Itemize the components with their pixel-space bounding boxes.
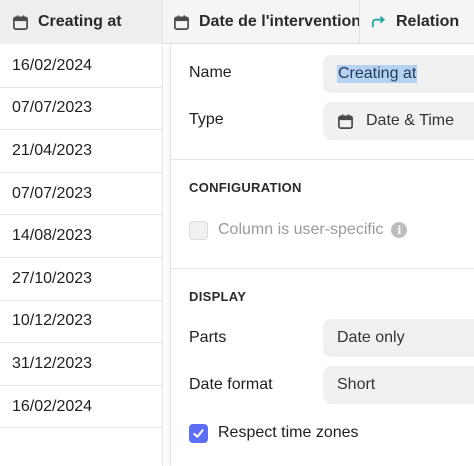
column-settings-panel: Name Creating at Type Date & Time CONFIG… [170, 44, 474, 466]
name-input[interactable]: Creating at [323, 55, 474, 93]
table-body: 16/02/2024 07/07/2023 21/04/2023 07/07/2… [0, 45, 163, 466]
date-format-row: Date format [189, 375, 273, 395]
column-header-label: Creating at [38, 13, 122, 30]
parts-row: Parts [189, 328, 226, 348]
table-cell[interactable]: 31/12/2023 [0, 343, 163, 386]
parts-label: Parts [189, 329, 227, 346]
table-cell[interactable]: 10/12/2023 [0, 300, 163, 344]
name-input-value: Creating at [337, 65, 418, 83]
table-cell[interactable]: 21/04/2023 [0, 130, 163, 173]
user-specific-checkbox[interactable] [189, 220, 208, 240]
column-header-label: Date de l'intervention [199, 13, 360, 30]
type-select[interactable]: Date & Time [323, 102, 474, 140]
type-row: Type [189, 110, 224, 130]
checkmark-icon [193, 428, 204, 438]
table-cell[interactable]: 07/07/2023 [0, 172, 163, 216]
parts-select-value: Date only [337, 329, 405, 346]
configuration-section-title: CONFIGURATION [189, 180, 302, 195]
table-header: Creating at Date de l'intervention Relat… [0, 0, 474, 44]
name-label: Name [189, 64, 232, 81]
time-zones-label: Respect time zones [218, 424, 359, 441]
table-cell[interactable]: 14/08/2023 [0, 215, 163, 258]
time-zones-checkbox[interactable] [189, 423, 208, 443]
table-cell[interactable]: 07/07/2023 [0, 87, 163, 131]
divider [171, 159, 474, 160]
column-header-creating-at[interactable]: Creating at [0, 0, 163, 44]
display-section-title: DISPLAY [189, 289, 247, 304]
table-cell[interactable]: 16/02/2024 [0, 45, 163, 88]
calendar-icon [174, 14, 189, 30]
relation-arrow-icon [371, 15, 386, 27]
user-specific-label: Column is user-specific [218, 221, 384, 238]
parts-select[interactable]: Date only [323, 319, 474, 357]
date-format-select-value: Short [337, 376, 376, 393]
user-specific-row: Column is user-specific i [189, 220, 408, 240]
name-row: Name [189, 63, 232, 83]
column-header-label: Relation [396, 13, 460, 30]
info-icon[interactable]: i [391, 222, 408, 238]
type-label: Type [189, 111, 224, 128]
table-cell[interactable]: 27/10/2023 [0, 257, 163, 301]
calendar-icon [338, 113, 353, 129]
table-cell[interactable]: 16/02/2024 [0, 385, 163, 429]
calendar-icon [13, 14, 28, 30]
type-select-value: Date & Time [366, 112, 455, 129]
date-format-label: Date format [189, 376, 273, 393]
column-header-relation[interactable]: Relation [360, 0, 474, 44]
table-cell[interactable] [0, 428, 163, 466]
divider [171, 268, 474, 269]
column-header-date-intervention[interactable]: Date de l'intervention [163, 0, 360, 44]
time-zones-row: Respect time zones [189, 423, 359, 443]
date-format-select[interactable]: Short [323, 366, 474, 404]
